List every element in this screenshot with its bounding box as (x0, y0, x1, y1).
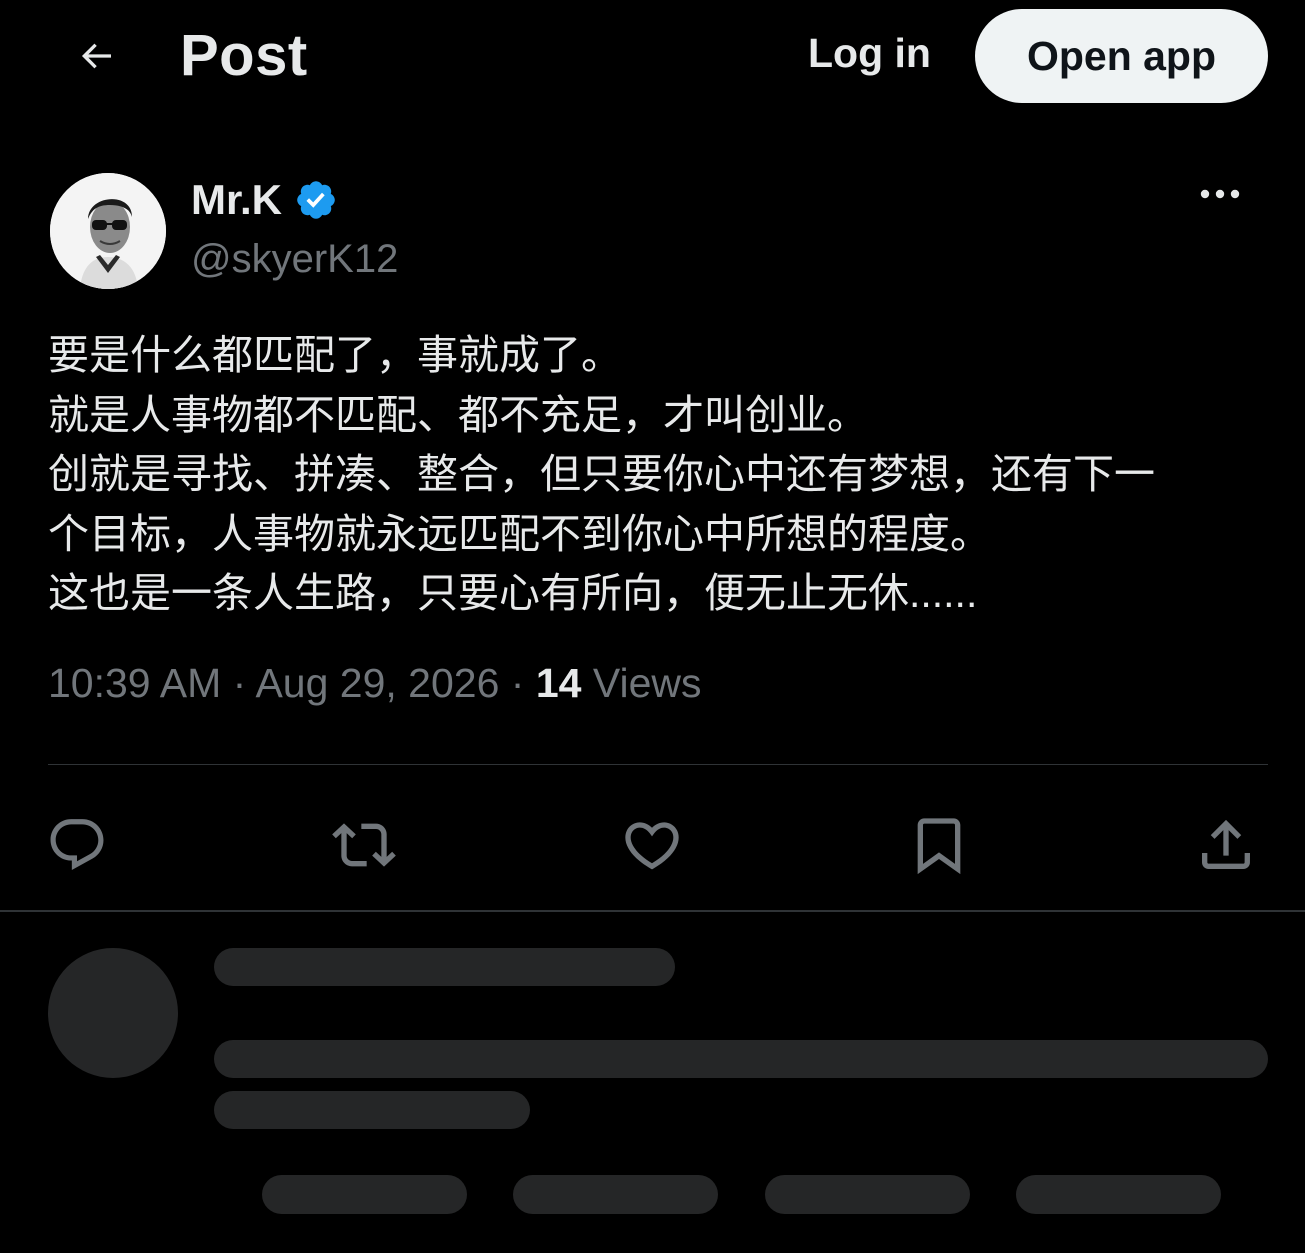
repost-button[interactable] (329, 810, 399, 880)
reply-icon (50, 819, 104, 871)
author-name[interactable]: Mr.K (191, 176, 282, 224)
top-bar: Post Log in Open app (0, 0, 1305, 112)
skeleton-action (513, 1175, 718, 1214)
share-icon (1202, 819, 1250, 869)
avatar-image (50, 173, 166, 289)
reply-button[interactable] (42, 810, 112, 880)
skeleton-avatar (48, 948, 178, 1078)
more-options-button[interactable] (1195, 174, 1245, 214)
meta-separator: · (232, 660, 256, 706)
post-text-line: 就是人事物都不匹配、都不充足，才叫创业。 (48, 391, 868, 438)
back-button[interactable] (70, 30, 122, 82)
skeleton-action (765, 1175, 970, 1214)
views-count: 14 (535, 660, 582, 706)
like-button[interactable] (617, 810, 687, 880)
post-metadata: 10:39 AM · Aug 29, 2026 · 14 Views (48, 660, 702, 707)
divider (48, 764, 1268, 765)
post-text-line: 个目标，人事物就永远匹配不到你心中所想的程度。 (48, 510, 991, 557)
more-icon (1200, 189, 1240, 199)
skeleton-line (214, 948, 675, 986)
post-time[interactable]: 10:39 AM (48, 660, 221, 706)
skeleton-line (214, 1091, 530, 1129)
share-button[interactable] (1191, 810, 1261, 880)
verified-badge-icon (297, 181, 335, 219)
section-divider (0, 910, 1305, 912)
skeleton-line (214, 1040, 1268, 1078)
post-text-line: 要是什么都匹配了，事就成了。 (48, 332, 622, 378)
post-text: 要是什么都匹配了，事就成了。 就是人事物都不匹配、都不充足，才叫创业。 创就是寻… (48, 326, 1268, 624)
post-text-line: 创就是寻找、拼凑、整合，但只要你心中还有梦想，还有下一 (48, 451, 1155, 497)
login-button[interactable]: Log in (808, 30, 931, 77)
author-handle[interactable]: @skyerK12 (191, 237, 398, 282)
repost-icon (332, 823, 396, 867)
post-text-line: 这也是一条人生路，只要心有所向，便无止无休...... (48, 570, 978, 616)
bookmark-icon (917, 818, 961, 875)
back-arrow-icon (81, 43, 111, 69)
skeleton-action (1016, 1175, 1221, 1214)
page-title: Post (180, 23, 308, 88)
post-date[interactable]: Aug 29, 2026 (255, 660, 499, 706)
open-app-button[interactable]: Open app (975, 9, 1268, 103)
like-icon (625, 822, 679, 870)
views-label: Views (592, 660, 702, 706)
meta-separator: · (510, 660, 536, 706)
skeleton-action (262, 1175, 467, 1214)
bookmark-button[interactable] (904, 810, 974, 880)
avatar[interactable] (50, 173, 166, 289)
